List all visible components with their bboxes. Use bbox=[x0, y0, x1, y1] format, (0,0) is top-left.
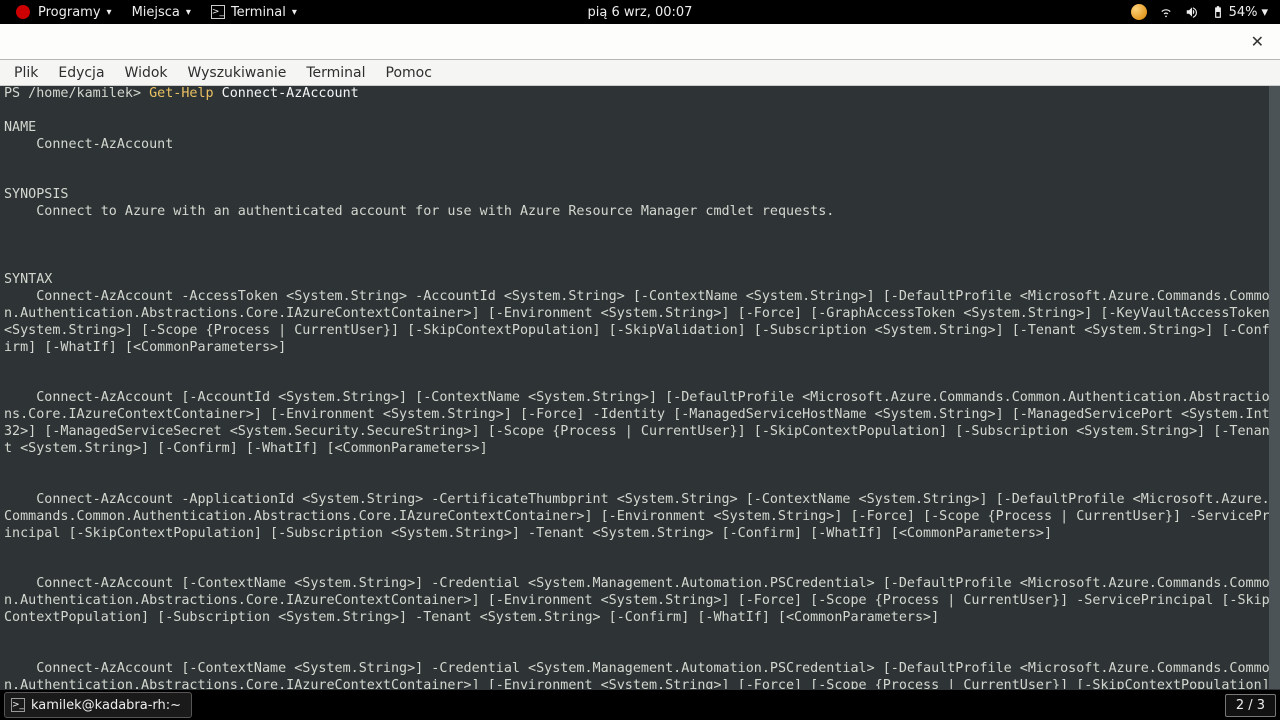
places-label: Miejsca bbox=[132, 5, 180, 20]
top-panel: Programy ▾ Miejsca ▾ >_ Terminal ▾ pią 6… bbox=[0, 0, 1280, 24]
chevron-down-icon: ▾ bbox=[186, 7, 191, 18]
syntax-block-1: Connect-AzAccount -AccessToken <System.S… bbox=[4, 289, 1276, 357]
wifi-icon[interactable] bbox=[1159, 5, 1173, 19]
section-synopsis-value: Connect to Azure with an authenticated a… bbox=[4, 204, 1276, 221]
syntax-block-4: Connect-AzAccount [-ContextName <System.… bbox=[4, 576, 1276, 627]
taskbar-terminal-button[interactable]: >_ kamilek@kadabra-rh:~ bbox=[4, 692, 192, 718]
app-menu-label: Terminal bbox=[231, 5, 286, 20]
chevron-down-icon: ▾ bbox=[292, 7, 297, 18]
titlebar[interactable]: ✕ bbox=[0, 24, 1280, 60]
prompt: PS /home/kamilek> bbox=[4, 86, 149, 101]
redhat-icon bbox=[16, 5, 30, 19]
menu-terminal[interactable]: Terminal bbox=[296, 63, 375, 83]
programs-menu[interactable]: Programy ▾ bbox=[6, 0, 122, 24]
terminal-icon: >_ bbox=[211, 5, 225, 19]
battery-percent: 54% bbox=[1229, 5, 1258, 20]
volume-icon[interactable] bbox=[1185, 5, 1199, 19]
battery-indicator[interactable]: 54% ▾ bbox=[1211, 5, 1268, 20]
scrollbar[interactable] bbox=[1269, 86, 1280, 689]
section-syntax-header: SYNTAX bbox=[4, 272, 1276, 289]
syntax-block-5: Connect-AzAccount [-ContextName <System.… bbox=[4, 661, 1276, 689]
menubar: Plik Edycja Widok Wyszukiwanie Terminal … bbox=[0, 60, 1280, 86]
programs-label: Programy bbox=[38, 5, 101, 20]
command-arg: Connect-AzAccount bbox=[214, 86, 359, 101]
menu-search[interactable]: Wyszukiwanie bbox=[178, 63, 297, 83]
terminal-icon: >_ bbox=[11, 698, 25, 712]
syntax-block-3: Connect-AzAccount -ApplicationId <System… bbox=[4, 492, 1276, 543]
workspace-indicator[interactable]: 2 / 3 bbox=[1225, 694, 1276, 717]
app-menu[interactable]: >_ Terminal ▾ bbox=[201, 0, 307, 24]
section-name-header: NAME bbox=[4, 120, 1276, 137]
close-icon[interactable]: ✕ bbox=[1245, 30, 1270, 53]
syntax-block-2: Connect-AzAccount [-AccountId <System.St… bbox=[4, 390, 1276, 458]
menu-file[interactable]: Plik bbox=[4, 63, 48, 83]
terminal-window: ✕ Plik Edycja Widok Wyszukiwanie Termina… bbox=[0, 24, 1280, 689]
chevron-down-icon: ▾ bbox=[107, 7, 112, 18]
places-menu[interactable]: Miejsca ▾ bbox=[122, 0, 201, 24]
battery-icon bbox=[1211, 5, 1225, 19]
chevron-down-icon: ▾ bbox=[1261, 5, 1268, 20]
updates-icon[interactable] bbox=[1131, 4, 1147, 20]
menu-view[interactable]: Widok bbox=[115, 63, 178, 83]
command-get-help: Get-Help bbox=[149, 86, 214, 101]
menu-help[interactable]: Pomoc bbox=[376, 63, 442, 83]
terminal-output[interactable]: PS /home/kamilek> Get-Help Connect-AzAcc… bbox=[0, 86, 1280, 689]
menu-edit[interactable]: Edycja bbox=[48, 63, 114, 83]
clock[interactable]: pią 6 wrz, 00:07 bbox=[588, 5, 693, 20]
section-name-value: Connect-AzAccount bbox=[4, 137, 1276, 154]
section-synopsis-header: SYNOPSIS bbox=[4, 187, 1276, 204]
bottom-panel: >_ kamilek@kadabra-rh:~ 2 / 3 bbox=[0, 690, 1280, 720]
taskbar-title: kamilek@kadabra-rh:~ bbox=[31, 698, 181, 713]
